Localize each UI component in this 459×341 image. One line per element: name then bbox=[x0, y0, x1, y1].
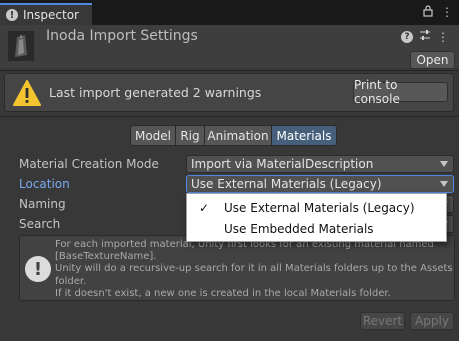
tab-animation[interactable]: Animation bbox=[205, 126, 272, 145]
info-icon: ! bbox=[25, 256, 51, 282]
divider bbox=[0, 116, 459, 117]
asset-title: Inoda Import Settings bbox=[46, 28, 198, 44]
info-line: folder. bbox=[55, 275, 87, 287]
search-label: Search bbox=[19, 217, 61, 231]
location-label: Location bbox=[19, 177, 70, 191]
window-tab-bar: ! Inspector ⋮ bbox=[0, 0, 459, 25]
material-creation-mode-label: Material Creation Mode bbox=[19, 157, 159, 171]
dropdown-arrow-icon bbox=[440, 161, 448, 167]
info-line: If it doesn't exist, a new one is create… bbox=[55, 287, 391, 299]
material-creation-mode-value: Import via MaterialDescription bbox=[191, 157, 374, 171]
tab-materials[interactable]: Materials bbox=[272, 126, 336, 145]
settings-sliders-icon[interactable] bbox=[419, 29, 431, 44]
info-line: Unity will do a recursive-up search for … bbox=[55, 263, 453, 275]
tab-model[interactable]: Model bbox=[131, 126, 176, 145]
info-icon: ! bbox=[6, 9, 18, 21]
checkmark-icon: ✓ bbox=[199, 200, 210, 215]
print-to-console-button[interactable]: Print to console bbox=[353, 78, 448, 106]
import-tabs: Model Rig Animation Materials bbox=[130, 125, 337, 146]
location-dropdown[interactable]: Use External Materials (Legacy) bbox=[186, 175, 454, 193]
inspector-tab-label: Inspector bbox=[23, 8, 79, 22]
tab-rig[interactable]: Rig bbox=[176, 126, 205, 145]
help-icon[interactable]: ? bbox=[401, 30, 413, 43]
divider bbox=[0, 70, 459, 71]
dropdown-arrow-icon bbox=[440, 181, 448, 187]
model-asset-icon bbox=[8, 31, 34, 61]
menu-item-use-embedded-materials[interactable]: Use Embedded Materials bbox=[187, 218, 446, 239]
menu-item-label: Use Embedded Materials bbox=[224, 221, 374, 236]
kebab-menu-icon[interactable]: ⋮ bbox=[441, 5, 453, 20]
material-creation-mode-dropdown[interactable]: Import via MaterialDescription bbox=[186, 155, 454, 173]
asset-header: Inoda Import Settings ? ⋮ bbox=[0, 25, 459, 68]
inspector-tab[interactable]: ! Inspector bbox=[0, 3, 92, 25]
warning-icon bbox=[13, 80, 41, 106]
open-button[interactable]: Open bbox=[410, 51, 455, 69]
info-help-box: ! For each imported material, Unity firs… bbox=[19, 235, 455, 301]
info-line: [BaseTextureName]. bbox=[55, 251, 157, 263]
apply-button[interactable]: Apply bbox=[410, 312, 454, 330]
warning-message: Last import generated 2 warnings bbox=[49, 85, 262, 100]
info-text: For each imported material, Unity first … bbox=[55, 239, 453, 300]
tab-bar-controls: ⋮ bbox=[423, 5, 453, 20]
menu-item-use-external-materials[interactable]: ✓ Use External Materials (Legacy) bbox=[187, 197, 446, 218]
kebab-menu-icon[interactable]: ⋮ bbox=[437, 30, 449, 44]
location-value: Use External Materials (Legacy) bbox=[191, 177, 382, 191]
menu-item-label: Use External Materials (Legacy) bbox=[224, 200, 415, 215]
naming-label: Naming bbox=[19, 197, 66, 211]
location-dropdown-menu: ✓ Use External Materials (Legacy) Use Em… bbox=[186, 193, 447, 242]
header-controls: ? ⋮ bbox=[401, 29, 449, 44]
lock-icon[interactable] bbox=[423, 5, 433, 20]
revert-button[interactable]: Revert bbox=[360, 312, 405, 330]
